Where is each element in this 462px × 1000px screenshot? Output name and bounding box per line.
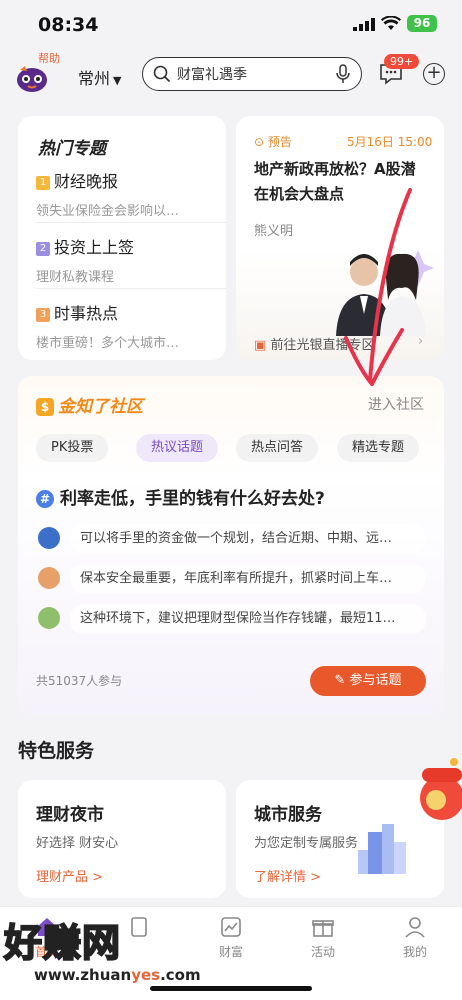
add-icon[interactable]: +	[423, 63, 445, 85]
service-title: 理财夜市	[36, 805, 104, 825]
home-indicator	[150, 986, 312, 991]
signal-icon	[353, 18, 375, 31]
message-count-badge: 99+	[384, 54, 420, 69]
chip-pk-vote[interactable]: PK投票	[36, 434, 109, 462]
host-name: 熊义明	[254, 224, 294, 239]
chip-hot-qa[interactable]: 热点问答	[236, 434, 319, 462]
service-link[interactable]: 理财产品 >	[36, 866, 103, 885]
live-zone-link[interactable]: ▣ 前往光银直播专区 ›	[254, 334, 423, 353]
avatar	[38, 607, 60, 629]
rank-badge: 3	[36, 308, 50, 322]
city-selector[interactable]: 常州 ▼	[78, 65, 121, 89]
wifi-icon	[381, 16, 401, 30]
community-brand: $ 金知了社区	[36, 392, 143, 417]
live-zone-label: 前往光银直播专区	[270, 338, 375, 353]
chevron-right-icon: ›	[418, 334, 424, 349]
watermark-url: www.zhuanyes.com	[34, 966, 201, 984]
services-title: 特色服务	[18, 740, 95, 762]
live-preview-card[interactable]: ⊙ 预告 5月16日 15:00 地产新政再放松？A股潜在机会大盘点 熊义明 ▣…	[236, 116, 444, 360]
rank-badge: 2	[36, 242, 50, 256]
service-title: 城市服务	[254, 805, 322, 825]
reply-text: 可以将手里的资金做一个规划，结合近期、中期、远…	[70, 524, 426, 554]
community-logo-icon: $	[36, 398, 54, 416]
participant-count: 共51037人参与	[36, 674, 123, 688]
status-bar: 08:34 96	[0, 0, 462, 48]
gift-icon	[312, 920, 334, 937]
community-card: $ 金知了社区 进入社区 PK投票 热议话题 热点问答 精选专题 # 利率走低，手里…	[18, 376, 444, 714]
reply-text: 保本安全最重要，年底利率有所提升，抓紧时间上车…	[70, 564, 426, 594]
top-bar: 帮助 常州▼ 99+ +	[0, 48, 462, 104]
hot-topic-subtitle: 理财私教课程	[36, 270, 115, 285]
hot-topic-item[interactable]: 1 财经晚报 领失业保险金会影响以…	[36, 168, 216, 219]
hot-topic-name: 时事热点	[54, 304, 119, 323]
reply-item[interactable]: 这种环境下，建议把理财型保险当作存钱罐，最短11…	[34, 604, 426, 634]
divider	[36, 222, 226, 223]
service-link[interactable]: 了解详情 >	[254, 866, 321, 885]
hot-topic-name: 财经晚报	[54, 172, 119, 191]
hot-topic-item[interactable]: 2 投资上上签 理财私教课程	[36, 234, 216, 285]
battery-indicator: 96	[407, 15, 437, 32]
watermark-logo: 好赚网	[3, 920, 122, 966]
hot-topic-subtitle: 楼市重磅！多个大城市…	[36, 336, 180, 351]
tv-icon: ▣	[254, 338, 267, 353]
pencil-icon: ✎	[334, 673, 346, 688]
hashtag-icon: #	[36, 490, 54, 508]
chart-icon	[221, 917, 241, 937]
reply-item[interactable]: 可以将手里的资金做一个规划，结合近期、中期、远…	[34, 524, 426, 554]
reply-text: 这种环境下，建议把理财型保险当作存钱罐，最短11…	[70, 604, 426, 634]
chip-hot-topic[interactable]: 热议话题	[136, 434, 219, 462]
join-topic-button[interactable]: ✎ 参与话题	[310, 666, 426, 696]
search-input[interactable]	[177, 64, 327, 84]
avatar	[38, 567, 60, 589]
question-title[interactable]: # 利率走低，手里的钱有什么好去处?	[36, 484, 325, 509]
service-desc: 为您定制专属服务	[254, 836, 359, 851]
search-icon	[153, 65, 171, 83]
rank-badge: 1	[36, 176, 50, 190]
reply-item[interactable]: 保本安全最重要，年底利率有所提升，抓紧时间上车…	[34, 564, 426, 594]
search-bar[interactable]	[142, 57, 362, 91]
avatar	[38, 527, 60, 549]
hot-topics-card: 热门专题 1 财经晚报 领失业保险金会影响以… 2 投资上上签 理财私教课程 3 时事…	[18, 116, 226, 360]
document-icon	[131, 917, 147, 937]
live-date: 5月16日 15:00	[347, 135, 433, 149]
status-time: 08:34	[38, 14, 99, 36]
chevron-down-icon: ▼	[113, 74, 122, 87]
hosts-photo-icon	[336, 250, 434, 336]
hot-topics-title: 热门专题	[38, 139, 106, 159]
service-card-city[interactable]: 城市服务 为您定制专属服务 了解详情 >	[236, 780, 444, 898]
live-title: 地产新政再放松？A股潜在机会大盘点	[254, 160, 416, 203]
tab-wealth[interactable]: 财富	[200, 915, 262, 960]
hot-topic-item[interactable]: 3 时事热点 楼市重磅！多个大城市…	[36, 300, 216, 351]
help-label[interactable]: 帮助	[38, 50, 60, 66]
tab-mine[interactable]: 我的	[384, 915, 446, 960]
user-icon	[405, 917, 425, 938]
hot-topic-name: 投资上上签	[54, 238, 135, 257]
preview-tag: ⊙ 预告	[254, 135, 292, 149]
microphone-icon[interactable]	[335, 64, 351, 84]
tab-activity[interactable]: 活动	[292, 915, 354, 960]
chip-featured[interactable]: 精选专题	[337, 434, 420, 462]
promo-float-icon[interactable]	[416, 756, 462, 826]
hot-topic-subtitle: 领失业保险金会影响以…	[36, 204, 180, 219]
divider	[36, 288, 226, 289]
enter-community-link[interactable]: 进入社区	[368, 394, 424, 414]
city-label: 常州	[78, 69, 111, 88]
city-buildings-icon	[358, 824, 406, 874]
service-desc: 好选择 财安心	[36, 836, 119, 851]
service-card-night-market[interactable]: 理财夜市 好选择 财安心 理财产品 >	[18, 780, 226, 898]
